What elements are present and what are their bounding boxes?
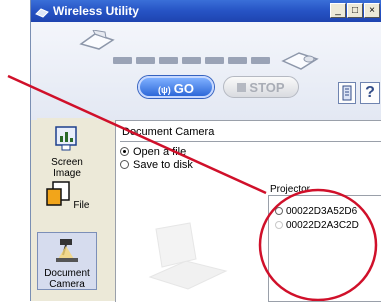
callout-line	[7, 74, 267, 195]
callout-annotation	[7, 74, 378, 301]
callout-circle	[258, 188, 378, 301]
